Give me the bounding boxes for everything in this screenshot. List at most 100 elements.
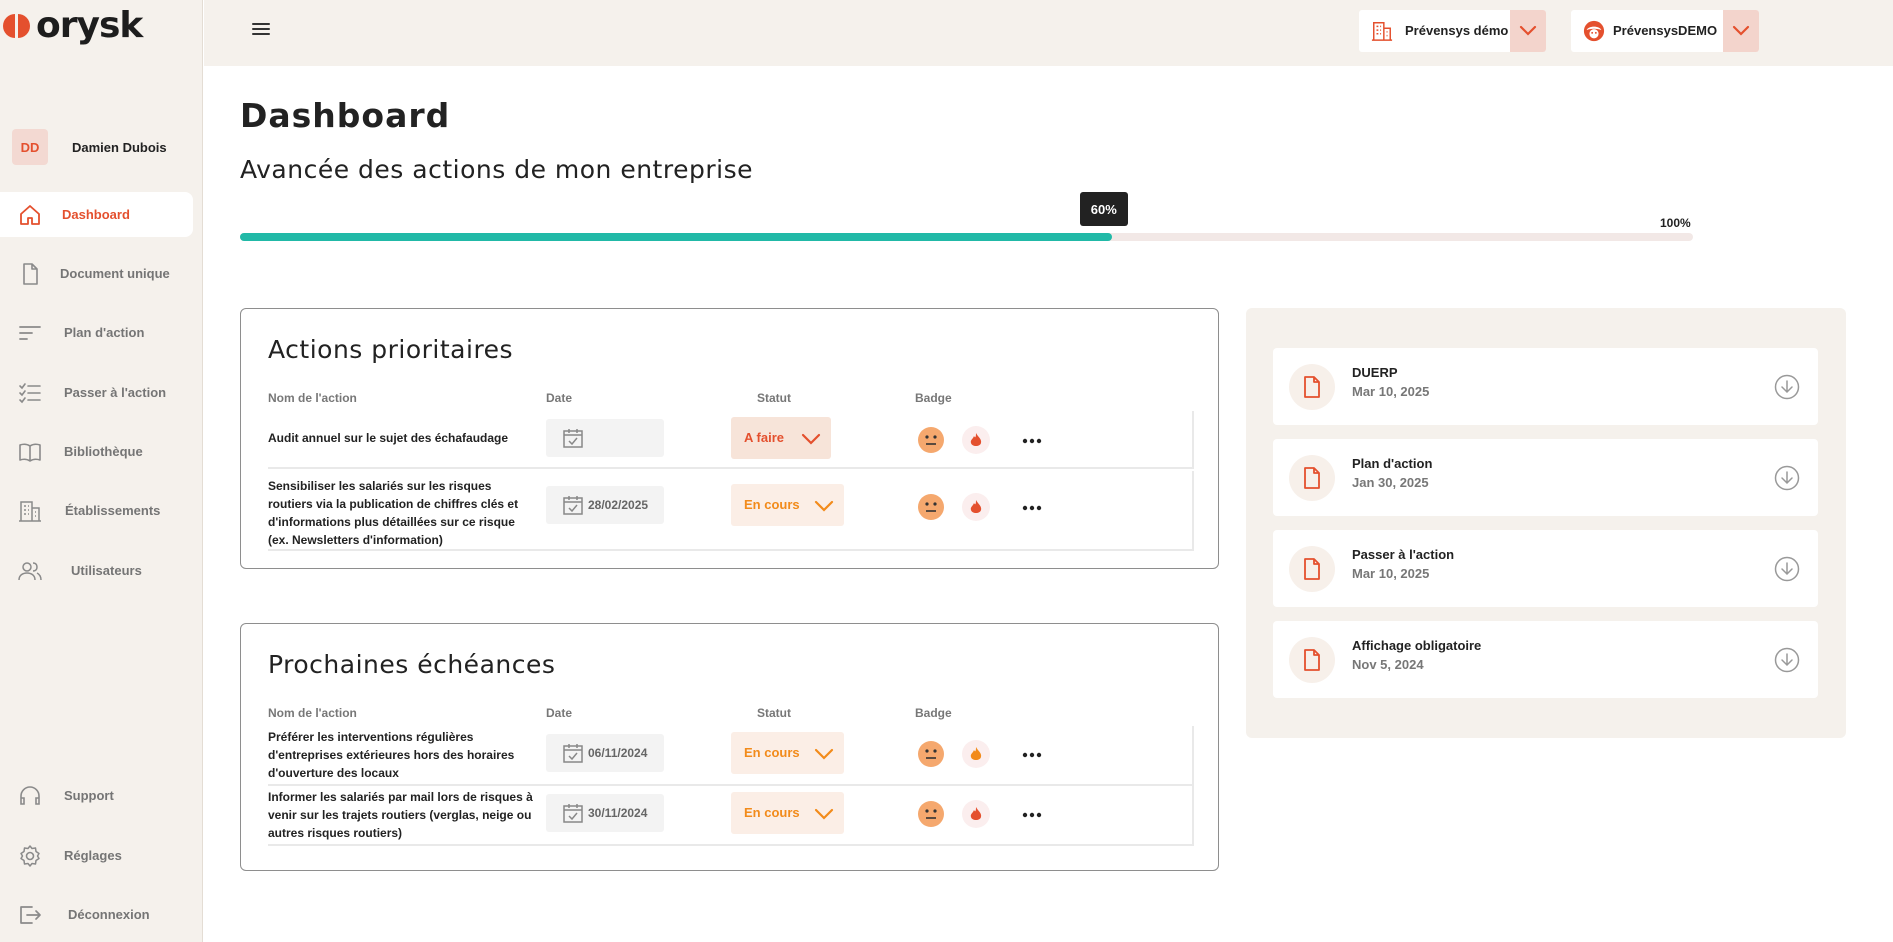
sidebar-item-support[interactable]: Support [0, 773, 193, 818]
neutral-face-icon [918, 801, 944, 827]
document-date: Mar 10, 2025 [1352, 566, 1430, 581]
document-name: Plan d'action [1352, 456, 1433, 471]
date-value: 06/11/2024 [588, 746, 648, 760]
sidebar-item-plan-action[interactable]: Plan d'action [0, 310, 193, 355]
table-row[interactable]: Sensibiliser les salariés sur les risque… [268, 471, 1194, 551]
documents-panel: DUERP Mar 10, 2025 Plan d'action Jan 30,… [1246, 308, 1846, 738]
download-icon[interactable] [1774, 556, 1800, 582]
column-header-badge: Badge [915, 391, 952, 405]
document-icon-badge [1289, 455, 1335, 501]
neutral-face-icon [918, 494, 944, 520]
progress-bar [240, 233, 1693, 241]
document-item[interactable]: Passer à l'action Mar 10, 2025 [1273, 530, 1818, 607]
menu-icon[interactable] [250, 18, 272, 40]
logo[interactable]: orysk [2, 5, 143, 46]
gear-icon [20, 844, 40, 867]
status-dropdown[interactable]: A faire [731, 417, 831, 459]
sidebar-item-etablissements[interactable]: Établissements [0, 488, 193, 533]
date-picker[interactable]: 06/11/2024 [546, 734, 664, 772]
column-header-date: Date [546, 391, 573, 405]
calendar-icon [563, 429, 583, 448]
action-name: Informer les salariés par mail lors de r… [268, 790, 533, 840]
progress-title: Avancée des actions de mon entreprise [240, 155, 753, 184]
status-value: En cours [744, 805, 800, 820]
chevron-down-icon [814, 500, 834, 512]
table-row[interactable]: Audit annuel sur le sujet des échafaudag… [268, 411, 1194, 469]
column-header-status: Statut [757, 391, 791, 405]
user-profile[interactable]: DD Damien Dubois [12, 129, 167, 165]
sidebar-item-deconnexion[interactable]: Déconnexion [0, 892, 193, 937]
flame-icon [970, 500, 982, 513]
sidebar: orysk DD Damien Dubois Dashboard Documen… [0, 0, 203, 942]
status-value: En cours [744, 745, 800, 760]
column-header-status: Statut [757, 706, 791, 720]
user-face-icon [1583, 20, 1605, 42]
more-options-icon[interactable] [1022, 752, 1042, 758]
calendar-icon [563, 496, 583, 515]
action-name: Audit annuel sur le sujet des échafaudag… [268, 431, 509, 445]
company-selector-label: Prévensys démo [1405, 23, 1509, 38]
status-dropdown[interactable]: En cours [731, 484, 844, 526]
status-dropdown[interactable]: En cours [731, 732, 844, 774]
file-icon [1304, 649, 1320, 671]
download-icon[interactable] [1774, 647, 1800, 673]
more-options-icon[interactable] [1022, 505, 1042, 511]
column-header-name: Nom de l'action [268, 391, 357, 405]
progress-tooltip: 60% [1079, 192, 1128, 226]
progress-max-label: 100% [1660, 216, 1691, 230]
sidebar-item-passer-action[interactable]: Passer à l'action [0, 370, 193, 415]
date-picker[interactable]: 30/11/2024 [546, 794, 664, 832]
chevron-down-icon [814, 808, 834, 820]
download-icon[interactable] [1774, 465, 1800, 491]
document-icon-badge [1289, 637, 1335, 683]
file-icon [1304, 376, 1320, 398]
column-header-name: Nom de l'action [268, 706, 357, 720]
document-item[interactable]: Affichage obligatoire Nov 5, 2024 [1273, 621, 1818, 698]
sidebar-item-document-unique[interactable]: Document unique [0, 251, 193, 296]
sidebar-item-reglages[interactable]: Réglages [0, 833, 193, 878]
chevron-down-icon [814, 748, 834, 760]
sidebar-item-dashboard[interactable]: Dashboard [0, 192, 193, 237]
card-title: Prochaines échéances [268, 650, 556, 679]
account-selector-label: PrévensysDEMO [1613, 23, 1718, 38]
chevron-down-icon [1732, 25, 1750, 36]
document-date: Jan 30, 2025 [1352, 475, 1429, 490]
date-picker[interactable]: 28/02/2025 [546, 486, 664, 524]
priority-badge [962, 740, 990, 768]
sidebar-item-label: Plan d'action [64, 325, 145, 340]
calendar-icon [563, 744, 583, 763]
date-value: 28/02/2025 [588, 498, 649, 512]
sidebar-item-utilisateurs[interactable]: Utilisateurs [0, 548, 193, 593]
home-icon [20, 204, 40, 225]
account-dropdown-button[interactable] [1723, 10, 1759, 52]
document-item[interactable]: DUERP Mar 10, 2025 [1273, 348, 1818, 425]
document-icon-badge [1289, 364, 1335, 410]
sidebar-item-label: Réglages [64, 848, 122, 863]
company-dropdown-button[interactable] [1510, 10, 1546, 52]
document-name: Affichage obligatoire [1352, 638, 1482, 653]
sidebar-item-label: Document unique [60, 266, 170, 281]
building-icon [1371, 22, 1393, 41]
avatar: DD [12, 129, 48, 165]
status-dropdown[interactable]: En cours [731, 792, 844, 834]
table-row[interactable]: Préférer les interventions régulières d'… [268, 726, 1194, 786]
sidebar-item-label: Établissements [65, 503, 161, 518]
status-value: En cours [744, 497, 800, 512]
headset-icon [20, 785, 40, 805]
document-item[interactable]: Plan d'action Jan 30, 2025 [1273, 439, 1818, 516]
logo-text: orysk [36, 5, 143, 46]
deadlines-card: Prochaines échéances Nom de l'action Dat… [240, 623, 1219, 871]
table-row[interactable]: Informer les salariés par mail lors de r… [268, 786, 1194, 846]
sidebar-item-label: Utilisateurs [71, 563, 142, 578]
progress-fill [240, 233, 1112, 241]
company-selector[interactable]: Prévensys démo [1359, 10, 1546, 52]
account-selector[interactable]: PrévensysDEMO [1571, 10, 1759, 52]
sidebar-item-label: Déconnexion [68, 907, 150, 922]
logo-mark-icon [3, 14, 30, 38]
date-picker[interactable] [546, 419, 664, 457]
download-icon[interactable] [1774, 374, 1800, 400]
priority-badge [962, 800, 990, 828]
more-options-icon[interactable] [1022, 438, 1042, 444]
more-options-icon[interactable] [1022, 812, 1042, 818]
sidebar-item-bibliotheque[interactable]: Bibliothèque [0, 429, 193, 474]
